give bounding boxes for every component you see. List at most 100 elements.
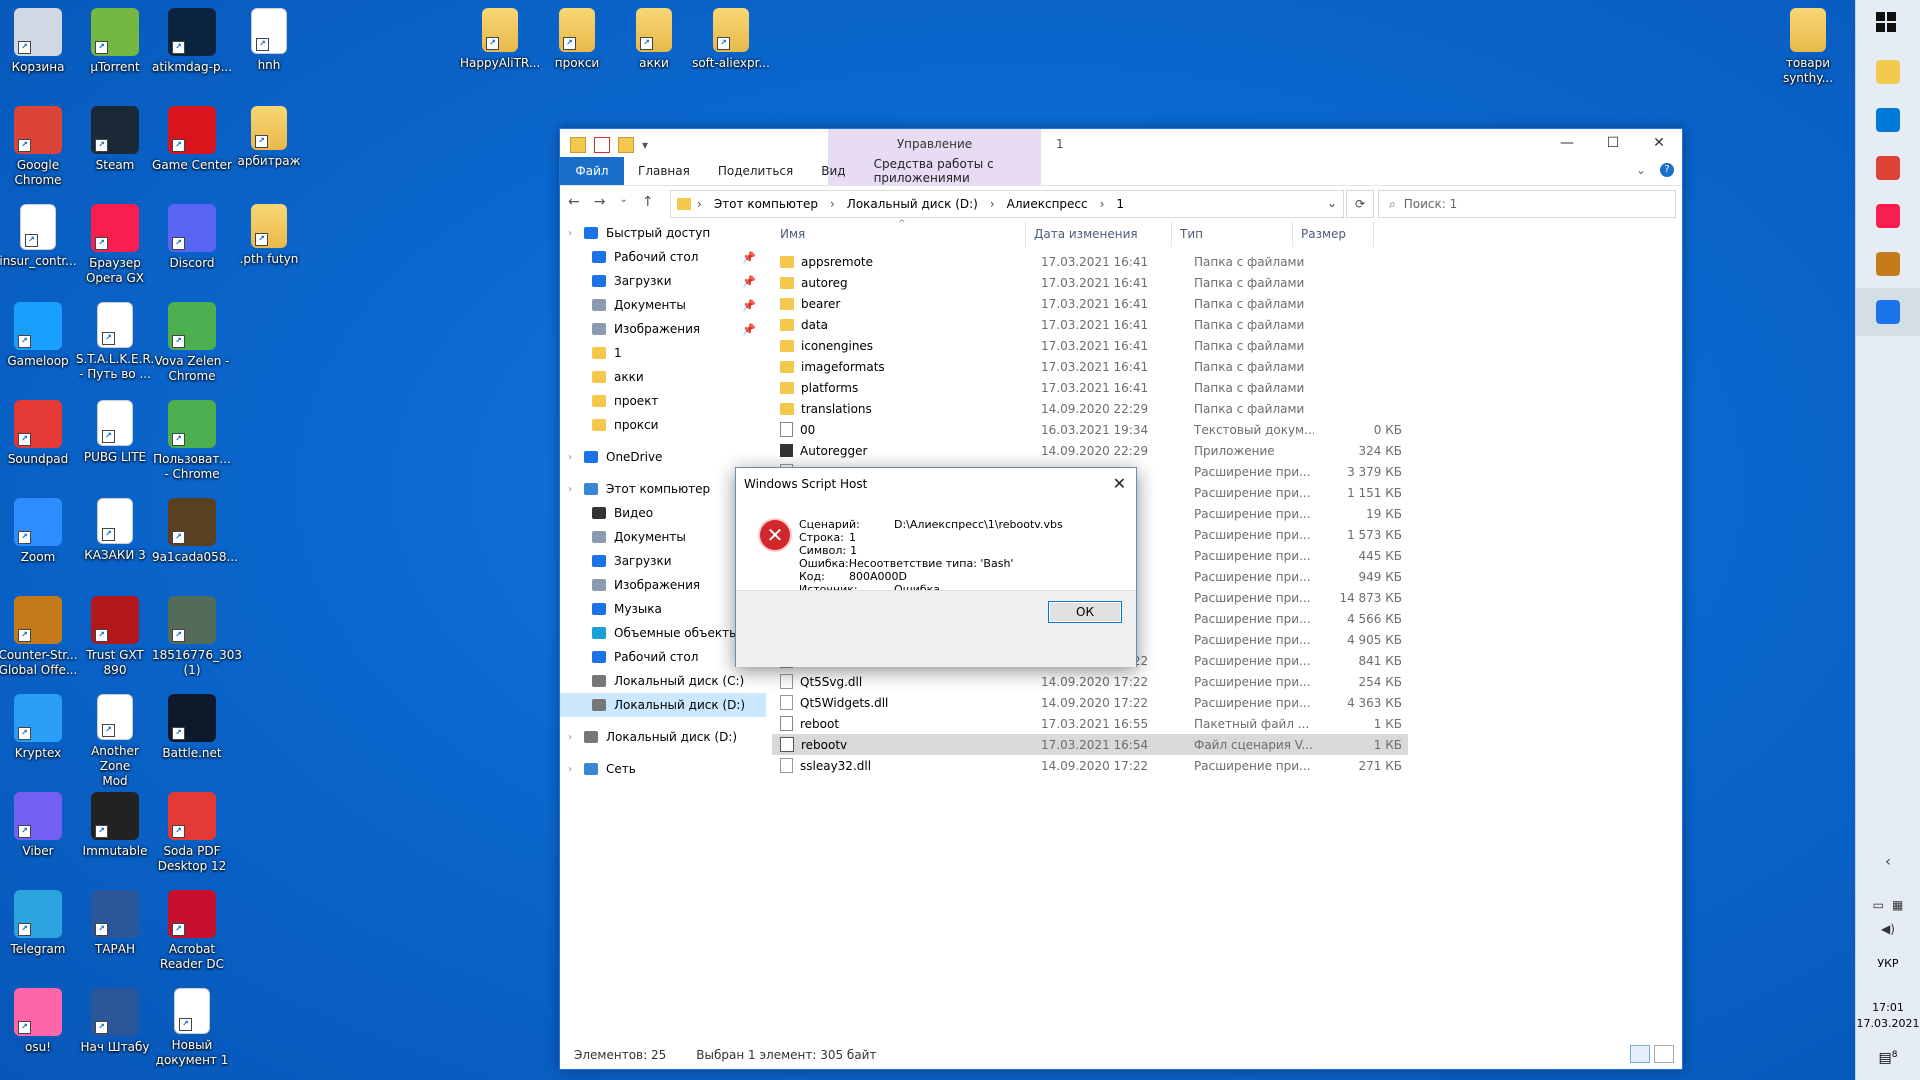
table-row[interactable]: iconengines 17.03.2021 16:41 Папка с файла…	[772, 335, 1408, 356]
desktop-icon[interactable]: ↗ Пользоват... - Chrome	[152, 400, 232, 482]
close-icon[interactable]: ✕	[1636, 129, 1682, 157]
nav-item[interactable]: › OneDrive	[560, 445, 766, 469]
ok-button[interactable]: ОК	[1048, 601, 1122, 623]
desktop-icon[interactable]: ↗ hnh	[229, 8, 309, 73]
chevron-right-icon[interactable]: ›	[830, 197, 835, 211]
desktop-icon[interactable]: ↗ КАЗАКИ 3	[75, 498, 155, 563]
desktop-icon[interactable]: ↗ Trust GXT 890	[75, 596, 155, 678]
close-icon[interactable]: ✕	[1113, 474, 1126, 493]
details-view-icon[interactable]	[1630, 1045, 1650, 1063]
desktop-icon[interactable]: ↗ Новый документ 1	[152, 988, 232, 1068]
desktop-icon[interactable]: ↗ Zoom	[0, 498, 78, 565]
table-row[interactable]: rebootv 17.03.2021 16:54 Файл сценария V..…	[772, 734, 1408, 755]
up-arrow-icon[interactable]: ↑	[642, 194, 654, 210]
battery-icon[interactable]: ▭	[1873, 898, 1884, 912]
search-input[interactable]: ⌕ Поиск: 1	[1378, 190, 1676, 218]
desktop-icon[interactable]: ↗ soft-aliexpr...	[691, 8, 771, 71]
taskbar-button[interactable]	[1856, 240, 1920, 288]
language-indicator[interactable]: УКР	[1856, 957, 1920, 970]
nav-item[interactable]: прокси	[560, 413, 766, 437]
table-row[interactable]: 00 16.03.2021 19:34 Текстовый докум... 0 КБ	[772, 419, 1408, 440]
chevron-right-icon[interactable]: ›	[568, 484, 580, 495]
desktop-icon[interactable]: ↗ Game Center	[152, 106, 232, 173]
tab-application-tools[interactable]: Средства работы с приложениями	[860, 157, 1073, 185]
table-row[interactable]: ssleay32.dll 14.09.2020 17:22 Расширение п…	[772, 755, 1408, 776]
column-header-size[interactable]: Размер	[1293, 221, 1374, 247]
chevron-right-icon[interactable]: ›	[697, 197, 702, 211]
help-icon[interactable]: ?	[1660, 163, 1674, 177]
chevron-right-icon[interactable]: ›	[568, 732, 580, 743]
chevron-down-icon[interactable]: ▾	[642, 138, 648, 152]
desktop-icon[interactable]: ↗ Discord	[152, 204, 232, 271]
nav-item[interactable]: 1	[560, 341, 766, 365]
desktop-icon[interactable]: ↗ Immutable	[75, 792, 155, 859]
desktop-icon[interactable]: ↗ µTorrent	[75, 8, 155, 75]
table-row[interactable]: Qt5Widgets.dll 14.09.2020 17:22 Расширение…	[772, 692, 1408, 713]
nav-item[interactable]: Изображения 📌	[560, 317, 766, 341]
column-header-type[interactable]: Тип	[1172, 221, 1293, 247]
breadcrumb-drive-d[interactable]: Локальный диск (D:)	[847, 197, 978, 211]
maximize-icon[interactable]: ☐	[1590, 129, 1636, 157]
desktop-icon[interactable]: ↗ Telegram	[0, 890, 78, 957]
nav-item[interactable]: проект	[560, 389, 766, 413]
nav-item[interactable]: › Локальный диск (D:)	[560, 725, 766, 749]
pin-icon[interactable]: 📌	[742, 275, 756, 288]
volume-icon[interactable]: ◀)	[1856, 922, 1920, 936]
desktop-icon[interactable]: ↗ atikmdag-p...	[152, 8, 232, 75]
taskbar-button[interactable]	[1856, 48, 1920, 96]
desktop-icon[interactable]: ↗ S.T.A.L.K.E.R. - Путь во ...	[75, 302, 155, 382]
forward-arrow-icon[interactable]: →	[594, 194, 606, 210]
taskbar-button[interactable]	[1856, 144, 1920, 192]
desktop-icon[interactable]: ↗ Google Chrome	[0, 106, 78, 188]
breadcrumb-this-pc[interactable]: Этот компьютер	[714, 197, 818, 211]
tab-file[interactable]: Файл	[560, 157, 624, 185]
nav-item[interactable]: › Быстрый доступ	[560, 221, 766, 245]
chevron-down-icon[interactable]: ⌄	[1327, 196, 1337, 210]
column-header-date[interactable]: Дата изменения	[1026, 221, 1172, 247]
desktop-icon[interactable]: ↗ Viber	[0, 792, 78, 859]
desktop-icon[interactable]: ↗ HappyAliTR...	[460, 8, 540, 71]
desktop-icon[interactable]: ↗ 9a1cada058...	[152, 498, 238, 565]
notifications-icon[interactable]: ▤8	[1856, 1050, 1920, 1066]
desktop-icon[interactable]: ↗ .pth futyn	[229, 204, 309, 267]
table-row[interactable]: translations 14.09.2020 22:29 Папка с файл…	[772, 398, 1408, 419]
chevron-right-icon[interactable]: ›	[990, 197, 995, 211]
desktop-icon[interactable]: ↗ Нач Штабу	[75, 988, 155, 1055]
desktop-icon[interactable]: ↗ прокси	[537, 8, 617, 71]
chevron-right-icon[interactable]: ›	[1100, 197, 1105, 211]
clock-time[interactable]: 17:01	[1856, 1001, 1920, 1014]
script-host-error-dialog[interactable]: Windows Script Host ✕ ✕ Сценарий: D:\Алие…	[735, 467, 1137, 667]
desktop-icon[interactable]: ↗ Soda PDF Desktop 12	[152, 792, 232, 874]
tab-view[interactable]: Вид	[807, 157, 859, 185]
nav-item[interactable]: Рабочий стол 📌	[560, 245, 766, 269]
back-arrow-icon[interactable]: ←	[568, 194, 580, 210]
desktop-icon[interactable]: ↗ Kryptex	[0, 694, 78, 761]
tab-share[interactable]: Поделиться	[704, 157, 807, 185]
expand-ribbon-icon[interactable]: ⌄	[1636, 163, 1646, 177]
network-icon[interactable]: ▦	[1892, 898, 1903, 912]
taskbar-button[interactable]	[1856, 192, 1920, 240]
desktop-icon[interactable]: ↗ ТАРАН	[75, 890, 155, 957]
properties-icon[interactable]	[594, 137, 610, 153]
desktop-icon[interactable]: ↗ арбитраж	[229, 106, 309, 169]
minimize-icon[interactable]: —	[1544, 129, 1590, 157]
pin-icon[interactable]: 📌	[742, 323, 756, 336]
table-row[interactable]: bearer 17.03.2021 16:41 Папка с файлами	[772, 293, 1408, 314]
nav-item[interactable]: Локальный диск (D:)	[560, 693, 766, 717]
nav-item[interactable]: Загрузки 📌	[560, 269, 766, 293]
table-row[interactable]: platforms 17.03.2021 16:41 Папка с файлами	[772, 377, 1408, 398]
nav-item[interactable]: акки	[560, 365, 766, 389]
pin-icon[interactable]: 📌	[742, 251, 756, 264]
desktop-icon[interactable]: ↗ Soundpad	[0, 400, 78, 467]
desktop-icon[interactable]: ↗ акки	[614, 8, 694, 71]
desktop-icon[interactable]: ↗ Браузер Opera GX	[75, 204, 155, 286]
desktop-icon[interactable]: ↗ Battle.net	[152, 694, 232, 761]
desktop-icon[interactable]: ↗ Another Zone Mod	[75, 694, 155, 789]
taskbar-button[interactable]	[1856, 96, 1920, 144]
new-folder-icon[interactable]	[618, 137, 634, 153]
desktop-icon[interactable]: ↗ osu!	[0, 988, 78, 1055]
desktop-icon[interactable]: ↗ Counter-Str... Global Offe...	[0, 596, 78, 678]
table-row[interactable]: appsremote 17.03.2021 16:41 Папка с файлам…	[772, 251, 1408, 272]
table-row[interactable]: data 17.03.2021 16:41 Папка с файлами	[772, 314, 1408, 335]
table-row[interactable]: autoreg 17.03.2021 16:41 Папка с файлами	[772, 272, 1408, 293]
